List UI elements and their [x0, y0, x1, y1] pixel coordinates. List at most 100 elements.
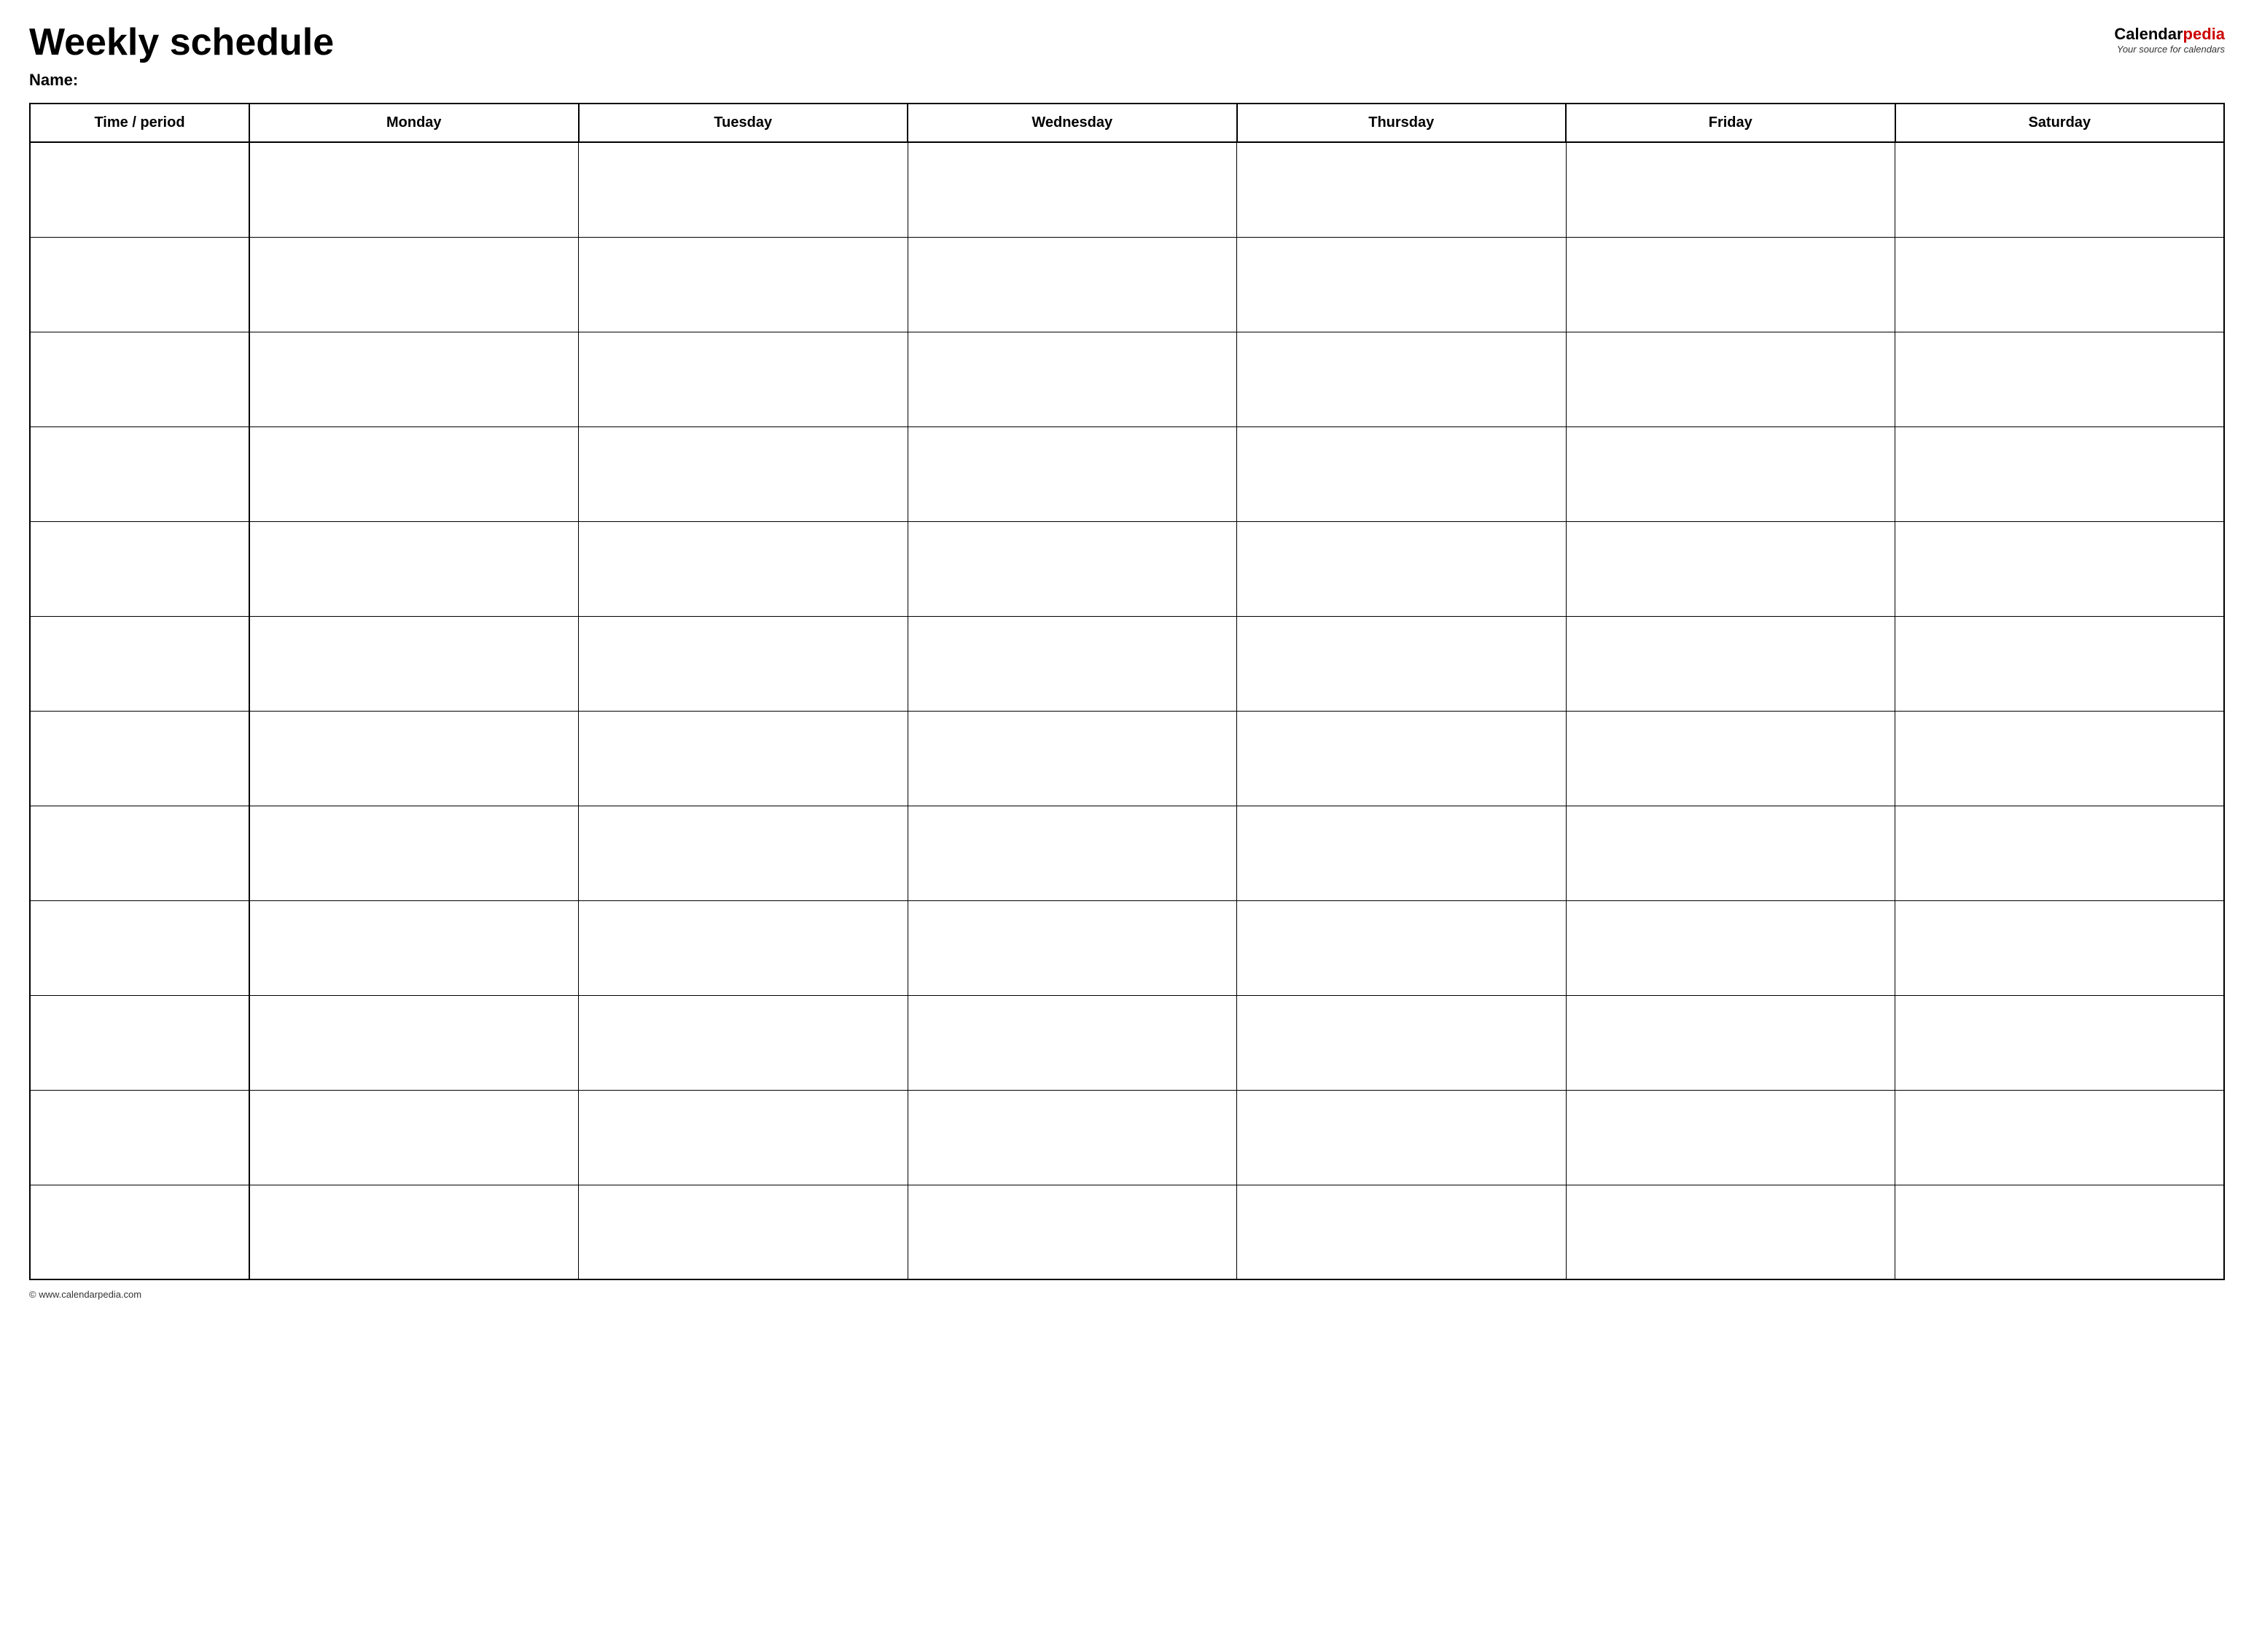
day-cell[interactable] [908, 332, 1237, 426]
day-cell[interactable] [1895, 1185, 2225, 1279]
time-cell[interactable] [30, 1090, 249, 1185]
day-cell[interactable] [579, 426, 908, 521]
day-cell[interactable] [249, 616, 579, 711]
table-row [30, 521, 2224, 616]
day-cell[interactable] [1237, 237, 1567, 332]
day-cell[interactable] [1237, 995, 1567, 1090]
day-cell[interactable] [1237, 711, 1567, 806]
day-cell[interactable] [1566, 1090, 1895, 1185]
day-cell[interactable] [1566, 616, 1895, 711]
day-cell[interactable] [1895, 521, 2225, 616]
day-cell[interactable] [908, 1090, 1237, 1185]
day-cell[interactable] [1566, 332, 1895, 426]
day-cell[interactable] [579, 142, 908, 237]
day-cell[interactable] [1895, 237, 2225, 332]
day-cell[interactable] [1237, 806, 1567, 900]
col-header-tuesday: Tuesday [579, 104, 908, 142]
day-cell[interactable] [1895, 426, 2225, 521]
name-label: Name: [29, 71, 78, 89]
col-header-friday: Friday [1566, 104, 1895, 142]
table-row [30, 806, 2224, 900]
table-row [30, 332, 2224, 426]
day-cell[interactable] [908, 900, 1237, 995]
day-cell[interactable] [908, 237, 1237, 332]
col-header-wednesday: Wednesday [908, 104, 1237, 142]
table-row [30, 1090, 2224, 1185]
day-cell[interactable] [1895, 995, 2225, 1090]
day-cell[interactable] [579, 237, 908, 332]
time-cell[interactable] [30, 426, 249, 521]
day-cell[interactable] [908, 142, 1237, 237]
day-cell[interactable] [249, 142, 579, 237]
day-cell[interactable] [1895, 142, 2225, 237]
logo-calendar: Calendar [2114, 25, 2183, 43]
day-cell[interactable] [908, 806, 1237, 900]
day-cell[interactable] [1237, 616, 1567, 711]
logo: Calendarpedia Your source for calendars [2114, 25, 2225, 55]
day-cell[interactable] [1237, 1090, 1567, 1185]
day-cell[interactable] [579, 616, 908, 711]
day-cell[interactable] [1566, 142, 1895, 237]
day-cell[interactable] [1237, 1185, 1567, 1279]
day-cell[interactable] [1566, 521, 1895, 616]
table-row [30, 995, 2224, 1090]
time-cell[interactable] [30, 237, 249, 332]
day-cell[interactable] [1566, 1185, 1895, 1279]
day-cell[interactable] [579, 900, 908, 995]
day-cell[interactable] [249, 521, 579, 616]
day-cell[interactable] [1895, 900, 2225, 995]
day-cell[interactable] [908, 1185, 1237, 1279]
day-cell[interactable] [908, 426, 1237, 521]
day-cell[interactable] [249, 806, 579, 900]
day-cell[interactable] [908, 616, 1237, 711]
day-cell[interactable] [1895, 1090, 2225, 1185]
day-cell[interactable] [1566, 711, 1895, 806]
day-cell[interactable] [1237, 142, 1567, 237]
day-cell[interactable] [1566, 995, 1895, 1090]
time-cell[interactable] [30, 332, 249, 426]
day-cell[interactable] [1237, 900, 1567, 995]
day-cell[interactable] [249, 711, 579, 806]
time-cell[interactable] [30, 616, 249, 711]
table-row [30, 142, 2224, 237]
day-cell[interactable] [1237, 426, 1567, 521]
day-cell[interactable] [1566, 426, 1895, 521]
col-header-thursday: Thursday [1237, 104, 1567, 142]
day-cell[interactable] [249, 1090, 579, 1185]
day-cell[interactable] [249, 900, 579, 995]
time-cell[interactable] [30, 521, 249, 616]
day-cell[interactable] [579, 711, 908, 806]
day-cell[interactable] [579, 806, 908, 900]
day-cell[interactable] [1895, 711, 2225, 806]
day-cell[interactable] [579, 1090, 908, 1185]
time-cell[interactable] [30, 900, 249, 995]
time-cell[interactable] [30, 1185, 249, 1279]
logo-subtitle: Your source for calendars [2114, 44, 2225, 55]
day-cell[interactable] [579, 995, 908, 1090]
day-cell[interactable] [908, 711, 1237, 806]
day-cell[interactable] [1566, 237, 1895, 332]
day-cell[interactable] [1237, 332, 1567, 426]
time-cell[interactable] [30, 995, 249, 1090]
day-cell[interactable] [1566, 900, 1895, 995]
day-cell[interactable] [249, 237, 579, 332]
day-cell[interactable] [1895, 332, 2225, 426]
time-cell[interactable] [30, 142, 249, 237]
day-cell[interactable] [1895, 616, 2225, 711]
day-cell[interactable] [908, 995, 1237, 1090]
day-cell[interactable] [249, 1185, 579, 1279]
time-cell[interactable] [30, 711, 249, 806]
day-cell[interactable] [908, 521, 1237, 616]
day-cell[interactable] [579, 521, 908, 616]
day-cell[interactable] [249, 332, 579, 426]
day-cell[interactable] [579, 332, 908, 426]
day-cell[interactable] [249, 995, 579, 1090]
col-header-time: Time / period [30, 104, 249, 142]
day-cell[interactable] [579, 1185, 908, 1279]
day-cell[interactable] [1895, 806, 2225, 900]
day-cell[interactable] [249, 426, 579, 521]
time-cell[interactable] [30, 806, 249, 900]
day-cell[interactable] [1566, 806, 1895, 900]
table-row [30, 711, 2224, 806]
day-cell[interactable] [1237, 521, 1567, 616]
